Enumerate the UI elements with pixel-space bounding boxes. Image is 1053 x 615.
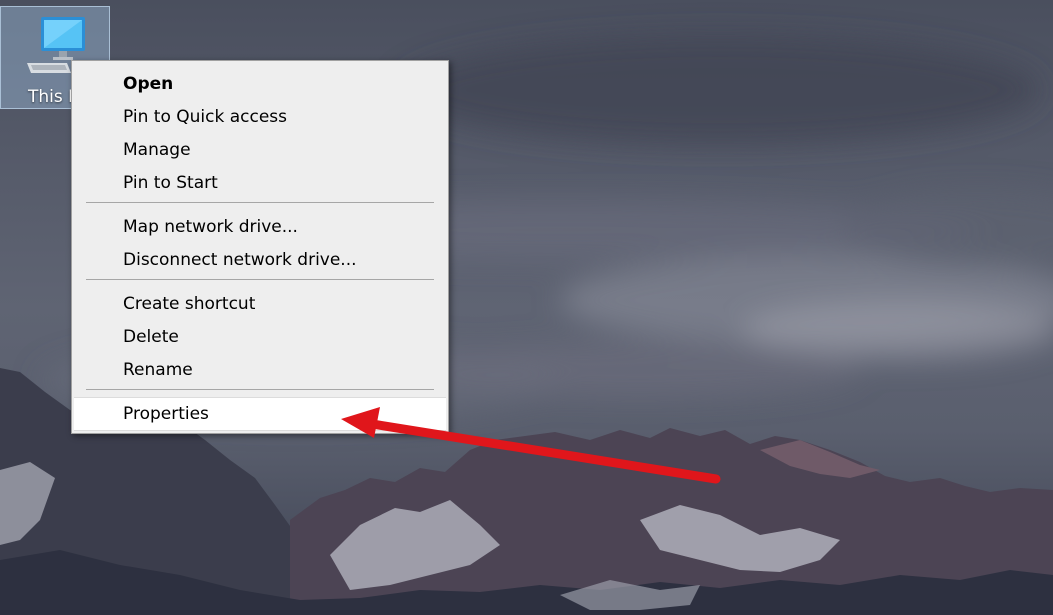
desktop-background: This P Open Pin to Quick access Manage P…: [0, 0, 1053, 615]
arrow-head: [341, 407, 380, 438]
annotation-arrow: [341, 407, 721, 484]
arrow-shaft: [367, 419, 721, 484]
